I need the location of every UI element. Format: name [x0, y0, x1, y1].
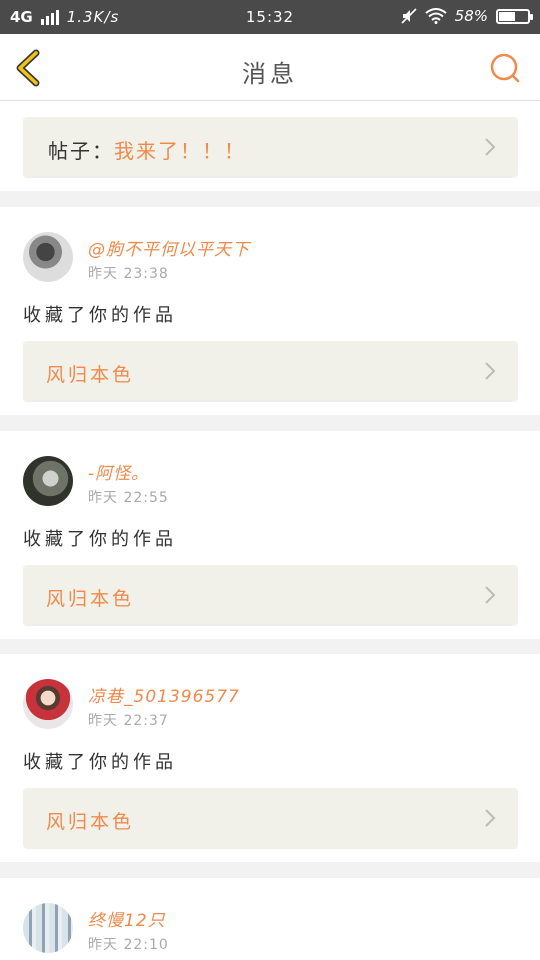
post-link[interactable]: 帖子：我来了！！！ [23, 117, 518, 178]
avatar[interactable] [23, 232, 73, 282]
user-name[interactable]: -阿怪。 [88, 459, 149, 484]
user-name[interactable]: 终慢12只 [88, 906, 166, 931]
post-title: 我来了！！！ [114, 139, 246, 163]
chevron-right-icon [485, 809, 496, 827]
status-right: 58% [401, 7, 533, 25]
wifi-icon [425, 8, 447, 24]
message-time: 昨天 22:55 [88, 490, 169, 506]
message-time: 昨天 23:38 [88, 266, 169, 282]
post-section: 帖子：我来了！！！ [0, 101, 540, 191]
message-action: 收藏了你的作品 [23, 529, 177, 550]
message-item: 凉巷_501396577 昨天 22:37 收藏了你的作品 风归本色 [0, 654, 540, 862]
user-name[interactable]: 凉巷_501396577 [88, 682, 240, 707]
message-time: 昨天 22:10 [88, 937, 169, 953]
work-link[interactable]: 风归本色 [23, 788, 518, 849]
message-item: @朐不平何以平天下 昨天 23:38 收藏了你的作品 风归本色 [0, 207, 540, 415]
page-title: 消息 [242, 60, 298, 88]
post-prefix: 帖子： [48, 139, 114, 163]
top-bar: 消息 [0, 34, 540, 101]
battery-fill [499, 11, 515, 21]
message-time: 昨天 22:37 [88, 713, 169, 729]
message-item: 终慢12只 昨天 22:10 [0, 878, 540, 960]
message-action: 收藏了你的作品 [23, 752, 177, 773]
work-link[interactable]: 风归本色 [23, 565, 518, 626]
battery-percent: 58% [454, 7, 488, 25]
search-button[interactable] [488, 51, 522, 85]
avatar[interactable] [23, 456, 73, 506]
avatar[interactable] [23, 679, 73, 729]
work-title: 风归本色 [46, 811, 135, 833]
battery-icon [496, 8, 533, 24]
chevron-right-icon [485, 138, 496, 156]
message-item: -阿怪。 昨天 22:55 收藏了你的作品 风归本色 [0, 431, 540, 639]
work-link[interactable]: 风归本色 [23, 341, 518, 402]
chevron-right-icon [485, 586, 496, 604]
status-bar: 4G 1.3K/s 15:32 58% [0, 0, 540, 34]
message-action: 收藏了你的作品 [23, 305, 177, 326]
avatar[interactable] [23, 903, 73, 953]
chevron-right-icon [485, 362, 496, 380]
user-name[interactable]: @朐不平何以平天下 [88, 235, 250, 260]
work-title: 风归本色 [46, 588, 135, 610]
mute-icon [401, 8, 417, 24]
work-title: 风归本色 [46, 364, 135, 386]
post-label: 帖子：我来了！！！ [48, 135, 246, 164]
